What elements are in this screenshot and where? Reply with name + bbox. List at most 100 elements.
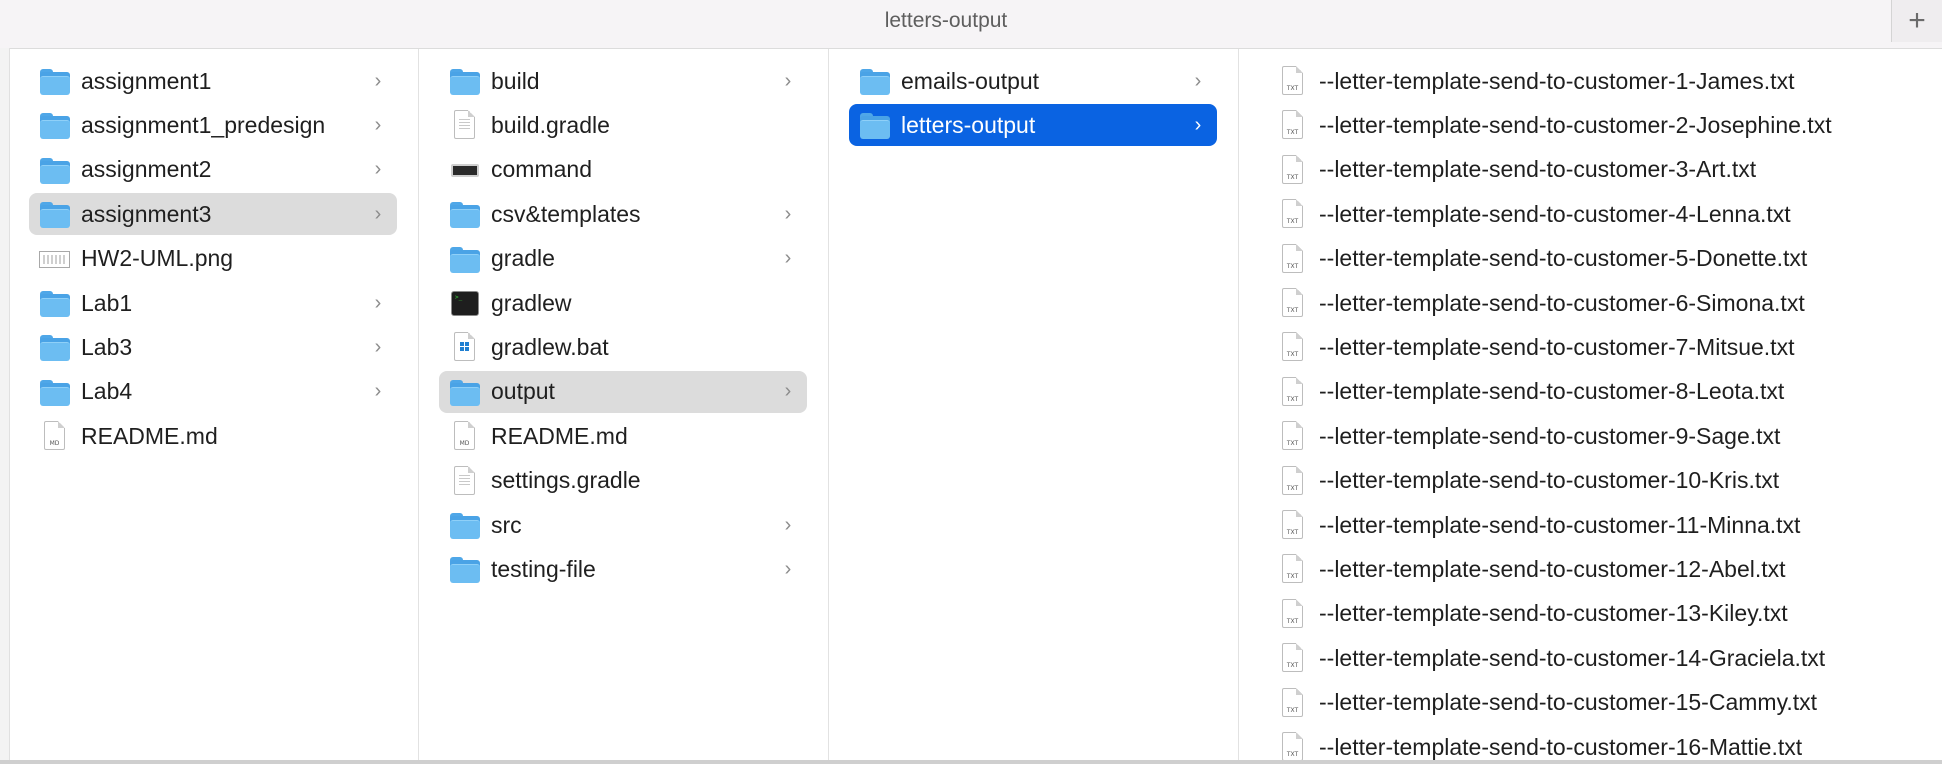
folder-row[interactable]: emails-output › [849, 60, 1217, 102]
item-name: Lab4 [81, 378, 133, 405]
item-name: gradlew.bat [491, 333, 609, 360]
item-name: csv&templates [491, 200, 641, 227]
item-name: --letter-template-send-to-customer-6-Sim… [1319, 289, 1805, 316]
new-tab-button[interactable]: + [1891, 0, 1942, 42]
folder-row[interactable]: Lab4 › [29, 371, 397, 413]
folder-icon [39, 155, 71, 185]
executable-icon [449, 155, 481, 185]
item-name: assignment1_predesign [81, 111, 326, 138]
item-name: gradlew [491, 289, 572, 316]
column-2: build › build.gradle command csv&templates › g… [419, 49, 829, 760]
file-row[interactable]: build.gradle [439, 104, 807, 146]
folder-row[interactable]: assignment1_predesign › [29, 104, 397, 146]
file-row[interactable]: TXT --letter-template-send-to-customer-4-… [1267, 193, 1937, 235]
folder-row[interactable]: letters-output › [849, 104, 1217, 147]
item-name: Lab3 [81, 333, 133, 360]
chevron-right-icon: › [374, 113, 382, 136]
folder-row[interactable]: assignment3 › [29, 193, 397, 236]
item-name: output [491, 378, 555, 405]
item-name: --letter-template-send-to-customer-14-Gr… [1319, 644, 1826, 671]
chevron-right-icon: › [784, 247, 792, 270]
file-row[interactable]: TXT --letter-template-send-to-customer-9-… [1267, 415, 1937, 457]
file-row[interactable]: TXT --letter-template-send-to-customer-2-… [1267, 104, 1937, 146]
folder-row[interactable]: build › [439, 60, 807, 102]
item-name: --letter-template-send-to-customer-1-Jam… [1319, 67, 1795, 94]
file-row[interactable]: TXT --letter-template-send-to-customer-7-… [1267, 326, 1937, 368]
folder-row[interactable]: testing-file › [439, 548, 807, 590]
chevron-right-icon: › [784, 513, 792, 536]
text-file-icon: TXT [1277, 687, 1309, 718]
item-name: assignment2 [81, 156, 212, 183]
file-row[interactable]: MD README.md [29, 415, 397, 457]
folder-icon [859, 66, 891, 96]
file-row[interactable]: TXT --letter-template-send-to-customer-3-… [1267, 149, 1937, 191]
item-name: src [491, 511, 522, 538]
file-row[interactable]: TXT --letter-template-send-to-customer-5-… [1267, 238, 1937, 280]
folder-row[interactable]: Lab3 › [29, 326, 397, 368]
file-row[interactable]: settings.gradle [439, 460, 807, 502]
chevron-right-icon: › [374, 335, 382, 358]
item-name: --letter-template-send-to-customer-4-Len… [1319, 200, 1791, 227]
chevron-right-icon: › [784, 380, 792, 403]
folder-row[interactable]: csv&templates › [439, 193, 807, 235]
chevron-right-icon: › [374, 380, 382, 403]
text-file-icon: TXT [1277, 510, 1309, 540]
file-row[interactable]: TXT --letter-template-send-to-customer-1-… [1267, 60, 1937, 102]
chevron-right-icon: › [784, 202, 792, 225]
folder-row[interactable]: assignment2 › [29, 149, 397, 191]
folder-icon [39, 377, 71, 407]
chevron-right-icon: › [374, 291, 382, 314]
file-row[interactable]: command [439, 149, 807, 191]
item-name: emails-output [901, 67, 1040, 94]
file-row[interactable]: TXT --letter-template-send-to-customer-11… [1267, 504, 1937, 546]
item-name: --letter-template-send-to-customer-11-Mi… [1319, 511, 1801, 538]
item-name: assignment3 [81, 200, 212, 227]
file-row[interactable]: MD README.md [439, 415, 807, 457]
folder-icon [449, 377, 481, 407]
file-row[interactable]: TXT --letter-template-send-to-customer-14… [1267, 637, 1937, 679]
file-row[interactable]: TXT --letter-template-send-to-customer-10… [1267, 460, 1937, 502]
text-file-icon: TXT [1277, 288, 1309, 318]
folder-icon [39, 110, 71, 140]
file-row[interactable]: >_ gradlew [439, 282, 807, 324]
folder-row[interactable]: gradle › [439, 238, 807, 280]
text-file-icon: TXT [1277, 66, 1309, 96]
finder-window: letters-output + assignment1 › assignment1… [0, 0, 1942, 764]
text-file-icon: TXT [1277, 643, 1309, 673]
file-row[interactable]: TXT --letter-template-send-to-customer-6-… [1267, 282, 1937, 324]
item-name: testing-file [491, 555, 596, 582]
chevron-right-icon: › [784, 69, 792, 92]
file-row[interactable]: TXT --letter-template-send-to-customer-12… [1267, 548, 1937, 590]
folder-icon [39, 288, 71, 318]
file-row[interactable]: TXT --letter-template-send-to-customer-15… [1267, 682, 1937, 724]
folder-row[interactable]: output › [439, 370, 807, 413]
item-name: --letter-template-send-to-customer-10-Kr… [1319, 467, 1780, 494]
column-browser: assignment1 › assignment1_predesign › assign… [9, 49, 1942, 761]
item-name: --letter-template-send-to-customer-3-Art… [1319, 156, 1757, 183]
column-4: TXT --letter-template-send-to-customer-1-… [1239, 49, 1942, 761]
item-name: gradle [491, 245, 555, 272]
text-file-icon: TXT [1277, 154, 1309, 185]
item-name: HW2-UML.png [81, 245, 234, 272]
file-row[interactable]: TXT --letter-template-send-to-customer-8-… [1267, 371, 1937, 413]
window-bottom-edge [0, 760, 1942, 764]
chevron-right-icon: › [374, 158, 382, 181]
item-name: --letter-template-send-to-customer-15-Ca… [1319, 689, 1818, 716]
text-file-icon: TXT [1277, 465, 1309, 496]
item-name: --letter-template-send-to-customer-5-Don… [1319, 245, 1808, 272]
image-file-icon [39, 244, 71, 274]
text-file-icon: TXT [1277, 332, 1309, 362]
folder-row[interactable]: src › [439, 504, 807, 546]
folder-row[interactable]: Lab1 › [29, 282, 397, 324]
chevron-right-icon: › [374, 69, 382, 92]
file-row[interactable]: gradlew.bat [439, 326, 807, 368]
file-row[interactable]: TXT --letter-template-send-to-customer-13… [1267, 593, 1937, 635]
folder-row[interactable]: assignment1 › [29, 60, 397, 102]
item-name: --letter-template-send-to-customer-8-Leo… [1319, 378, 1785, 405]
folder-icon [39, 332, 71, 362]
folder-icon [449, 510, 481, 540]
item-name: letters-output [901, 111, 1036, 138]
markdown-file-icon: MD [39, 421, 71, 451]
file-row[interactable]: HW2-UML.png [29, 238, 397, 280]
text-file-icon: TXT [1277, 199, 1309, 229]
